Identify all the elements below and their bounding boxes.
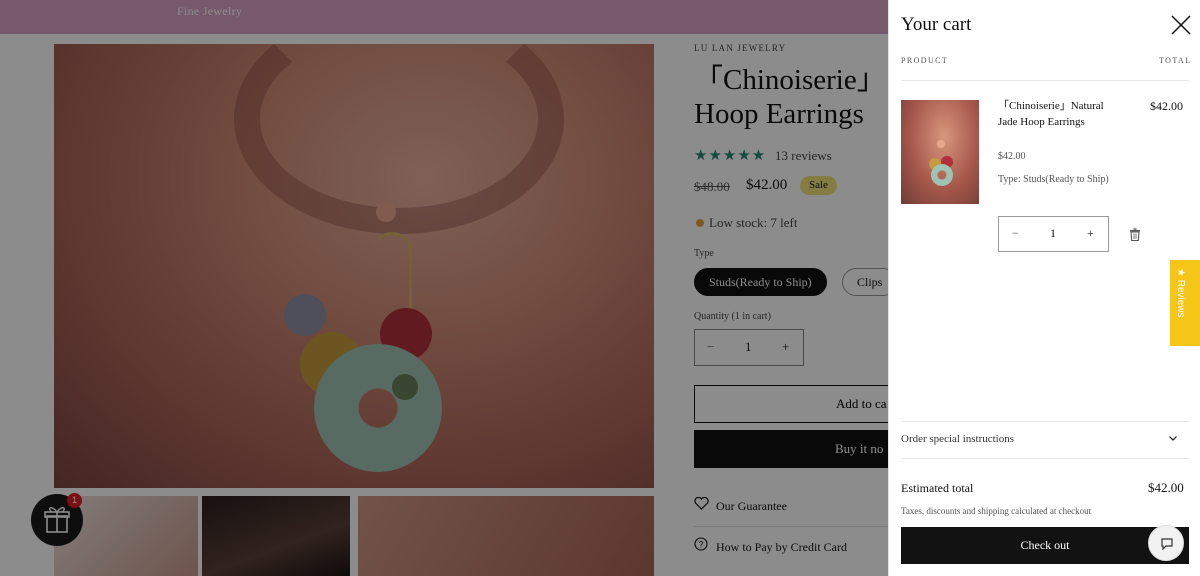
cart-quantity-stepper[interactable]: − 1 +: [998, 216, 1109, 252]
column-header-total: TOTAL: [1159, 56, 1192, 65]
cart-item-name[interactable]: 「Chinoiserie」Natural Jade Hoop Earrings: [998, 98, 1116, 130]
checkout-button[interactable]: Check out: [901, 527, 1189, 564]
cart-item-image[interactable]: [901, 100, 979, 204]
cart-item-price: $42.00: [998, 151, 1026, 162]
chat-button[interactable]: [1148, 525, 1184, 561]
reviews-tab-label: ★ Reviews: [1175, 268, 1186, 318]
image-jade-hoop: [931, 164, 953, 186]
cart-drawer: Your cart PRODUCT TOTAL 「Chinoiserie」Nat…: [888, 0, 1200, 576]
trash-icon[interactable]: [1129, 228, 1141, 241]
column-header-product: PRODUCT: [901, 56, 949, 65]
reviews-side-tab[interactable]: ★ Reviews: [1170, 260, 1200, 346]
estimated-total-value: $42.00: [1148, 480, 1184, 495]
decrease-quantity-button[interactable]: −: [1012, 226, 1019, 241]
tax-shipping-note: Taxes, discounts and shipping calculated…: [901, 506, 1092, 516]
divider: [901, 421, 1189, 422]
divider: [901, 458, 1189, 459]
order-instructions-toggle[interactable]: Order special instructions: [901, 433, 1014, 445]
cart-title: Your cart: [901, 14, 972, 35]
cart-quantity-value[interactable]: 1: [1050, 226, 1056, 241]
cart-item-variant: Type: Studs(Ready to Ship): [998, 174, 1109, 185]
increase-quantity-button[interactable]: +: [1087, 226, 1094, 241]
chevron-down-icon[interactable]: [1168, 433, 1178, 443]
estimated-total-label: Estimated total: [901, 481, 974, 495]
modal-overlay[interactable]: [0, 0, 888, 576]
image-bead: [937, 140, 945, 148]
cart-item-total: $42.00: [1150, 99, 1183, 113]
chat-icon: [1161, 538, 1173, 551]
close-icon[interactable]: [1170, 14, 1192, 36]
divider: [901, 80, 1189, 81]
